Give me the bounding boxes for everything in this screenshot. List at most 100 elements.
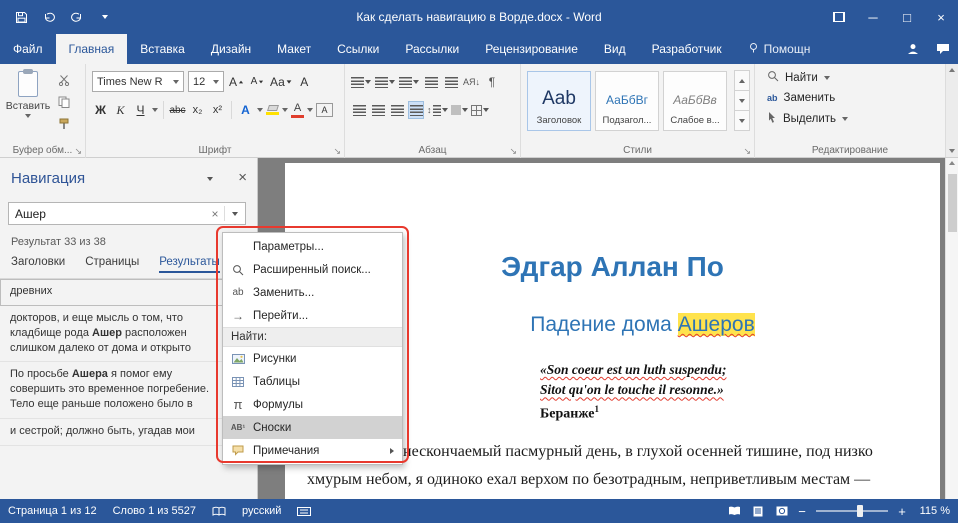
underline-button[interactable]: Ч <box>132 100 149 120</box>
replace-button[interactable]: ab Заменить <box>767 92 945 104</box>
find-button[interactable]: Найти <box>767 70 945 85</box>
minimize-button[interactable]: ─ <box>856 0 890 34</box>
print-layout-icon[interactable] <box>746 506 770 517</box>
increase-indent-icon[interactable] <box>443 73 459 91</box>
search-result-item[interactable]: древних <box>0 279 257 306</box>
shading-button[interactable] <box>450 101 468 119</box>
account-icon[interactable] <box>898 34 928 64</box>
customize-quick-access-icon[interactable] <box>92 4 118 30</box>
align-center-icon[interactable] <box>370 101 386 119</box>
maximize-button[interactable]: □ <box>890 0 924 34</box>
search-options-dropdown-icon[interactable] <box>225 203 245 224</box>
navigation-close-icon[interactable]: × <box>238 169 247 186</box>
undo-icon[interactable] <box>36 4 62 30</box>
language-status[interactable]: русский <box>242 505 281 517</box>
search-result-item[interactable]: По просьбе Ашера я помог ему совершить э… <box>0 362 257 419</box>
redo-icon[interactable] <box>64 4 90 30</box>
menu-item-advanced-find[interactable]: Расширенный поиск... <box>223 258 402 281</box>
search-input[interactable] <box>9 206 206 221</box>
nav-tab-pages[interactable]: Страницы <box>85 256 139 273</box>
tab-review[interactable]: Рецензирование <box>472 34 591 64</box>
styles-scroll-up-icon[interactable] <box>734 70 750 91</box>
tab-tell-me[interactable]: Помощн <box>735 34 824 64</box>
align-right-icon[interactable] <box>389 101 405 119</box>
spellcheck-icon[interactable] <box>212 506 226 517</box>
search-result-item[interactable]: и сестрой; должно быть, угадав мои <box>0 418 257 446</box>
save-icon[interactable] <box>8 4 34 30</box>
document-scrollbar[interactable] <box>945 158 958 499</box>
close-button[interactable]: × <box>924 0 958 34</box>
menu-item-footnotes[interactable]: AB¹ Сноски <box>223 416 402 439</box>
menu-item-equations[interactable]: π Формулы <box>223 393 402 416</box>
search-result-item[interactable]: докторов, и еще мысль о том, что кладбищ… <box>0 305 257 363</box>
justify-icon[interactable] <box>408 101 424 119</box>
comments-panel-icon[interactable] <box>928 34 958 64</box>
menu-item-goto[interactable]: → Перейти... <box>223 304 402 327</box>
align-left-icon[interactable] <box>351 101 367 119</box>
style-subtle-emphasis[interactable]: АаБбВв Слабое в... <box>663 71 727 131</box>
tab-home[interactable]: Главная <box>55 34 128 64</box>
styles-dialog-launcher-icon[interactable] <box>743 147 751 156</box>
text-effects-button[interactable]: А <box>237 100 254 120</box>
font-size-combo[interactable]: 12 <box>188 71 224 92</box>
scroll-up-icon[interactable] <box>946 161 958 165</box>
decrease-indent-icon[interactable] <box>423 73 439 91</box>
tab-mailings[interactable]: Рассылки <box>392 34 472 64</box>
zoom-level[interactable]: 115 % <box>910 505 950 517</box>
ribbon-display-options-icon[interactable] <box>822 0 856 34</box>
style-heading[interactable]: Aab Заголовок <box>527 71 591 131</box>
zoom-out-icon[interactable]: − <box>794 504 810 519</box>
clear-formatting-icon[interactable]: А <box>296 72 313 92</box>
clear-search-icon[interactable]: × <box>206 207 224 221</box>
nav-tab-headings[interactable]: Заголовки <box>11 256 65 273</box>
character-shading-button[interactable]: А <box>316 103 333 117</box>
show-marks-icon[interactable]: ¶ <box>484 73 500 91</box>
bullets-button[interactable] <box>351 73 371 91</box>
italic-button[interactable]: К <box>112 100 129 120</box>
borders-button[interactable] <box>470 101 489 119</box>
numbering-button[interactable] <box>375 73 395 91</box>
superscript-button[interactable]: x² <box>209 100 226 120</box>
shrink-font-button[interactable]: А <box>249 72 266 92</box>
copy-icon[interactable] <box>58 96 70 111</box>
multilevel-list-button[interactable] <box>399 73 419 91</box>
bold-button[interactable]: Ж <box>92 100 109 120</box>
sort-icon[interactable]: АЯ↓ <box>463 73 480 91</box>
font-dialog-launcher-icon[interactable] <box>333 147 341 156</box>
highlight-color-button[interactable] <box>266 100 279 120</box>
grow-font-button[interactable]: А <box>228 72 245 92</box>
styles-gallery-more-icon[interactable] <box>734 110 750 131</box>
line-spacing-button[interactable]: ↕ <box>427 101 448 119</box>
subscript-button[interactable]: x₂ <box>189 100 206 120</box>
font-name-combo[interactable]: Times New R <box>92 71 184 92</box>
menu-item-replace[interactable]: ab Заменить... <box>223 281 402 304</box>
paragraph-dialog-launcher-icon[interactable] <box>509 147 517 156</box>
clipboard-dialog-launcher-icon[interactable] <box>74 147 82 156</box>
zoom-slider-thumb[interactable] <box>857 505 864 517</box>
page-count-status[interactable]: Страница 1 из 12 <box>8 505 97 517</box>
paste-button[interactable]: Вставить <box>5 69 51 118</box>
cut-icon[interactable] <box>58 74 70 89</box>
zoom-in-icon[interactable]: + <box>894 504 910 519</box>
menu-item-comments[interactable]: Примечания <box>223 439 402 462</box>
font-color-button[interactable]: А <box>291 100 304 120</box>
tab-design[interactable]: Дизайн <box>198 34 264 64</box>
menu-item-options[interactable]: Параметры... <box>223 235 402 258</box>
tab-insert[interactable]: Вставка <box>127 34 198 64</box>
menu-item-tables[interactable]: Таблицы <box>223 370 402 393</box>
menu-item-graphics[interactable]: Рисунки <box>223 347 402 370</box>
read-mode-icon[interactable] <box>722 506 746 516</box>
change-case-button[interactable]: Аа <box>270 72 292 92</box>
styles-scroll-down-icon[interactable] <box>734 90 750 111</box>
select-button[interactable]: Выделить <box>767 111 945 126</box>
tab-layout[interactable]: Макет <box>264 34 324 64</box>
nav-tab-results[interactable]: Результаты <box>159 256 220 273</box>
tab-file[interactable]: Файл <box>0 34 56 64</box>
format-painter-icon[interactable] <box>58 118 70 133</box>
navigation-options-icon[interactable] <box>207 177 213 181</box>
ribbon-scrollbar[interactable] <box>945 64 958 157</box>
strikethrough-button[interactable]: abc <box>169 100 186 120</box>
keyboard-icon[interactable] <box>297 506 312 516</box>
tab-view[interactable]: Вид <box>591 34 639 64</box>
zoom-slider[interactable] <box>816 505 888 517</box>
